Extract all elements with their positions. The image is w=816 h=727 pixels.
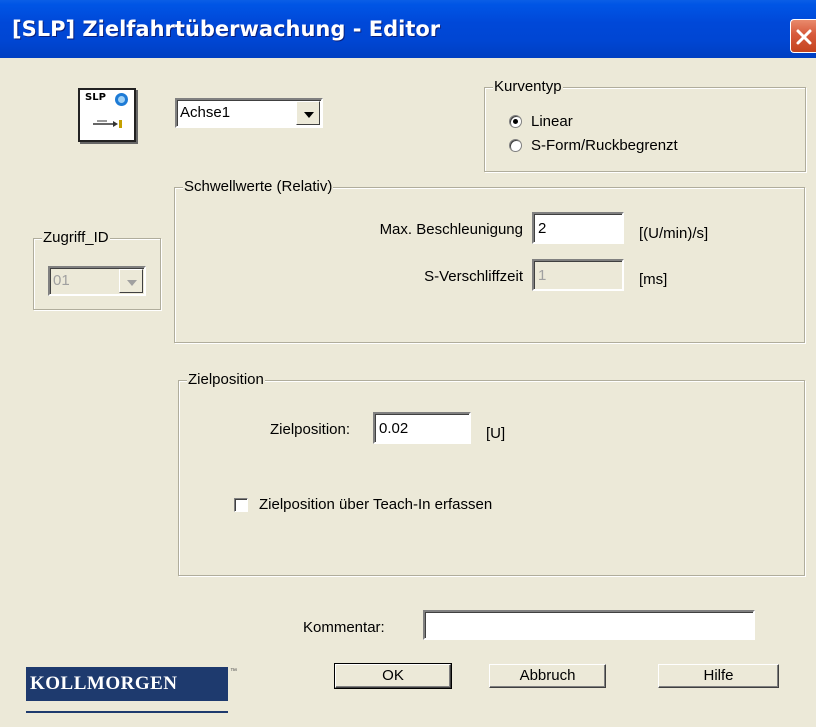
zielposition-input[interactable] (373, 412, 471, 444)
window-title: [SLP] Zielfahrtüberwachung - Editor (12, 17, 441, 41)
teach-in-checkbox[interactable]: Zielposition über Teach-In erfassen (234, 496, 492, 513)
title-bar: [SLP] Zielfahrtüberwachung - Editor (0, 0, 816, 58)
ok-button[interactable]: OK (334, 663, 452, 689)
trademark-mark: ™ (230, 668, 237, 675)
s-time-unit: [ms] (639, 271, 668, 288)
chevron-down-icon (304, 112, 314, 118)
zugriff-legend: Zugriff_ID (42, 229, 110, 246)
zielposition-label: Zielposition: (270, 421, 351, 438)
s-time-label: S-Verschliffzeit (424, 268, 523, 285)
zugriff-select-value: 01 (53, 272, 70, 289)
schwellwerte-legend: Schwellwerte (Relativ) (183, 178, 334, 195)
zielposition-legend: Zielposition (187, 371, 265, 388)
radio-s-form[interactable]: S-Form/Ruckbegrenzt (509, 137, 678, 154)
schwellwerte-group: Schwellwerte (Relativ) (174, 178, 805, 343)
radio-linear-button[interactable] (509, 115, 522, 128)
kurventyp-legend: Kurventyp (493, 78, 563, 95)
teach-in-label: Zielposition über Teach-In erfassen (259, 496, 493, 513)
zielposition-group: Zielposition (178, 371, 805, 576)
radio-linear[interactable]: Linear (509, 113, 573, 130)
kommentar-label: Kommentar: (303, 619, 385, 636)
help-button[interactable]: Hilfe (658, 664, 779, 688)
zugriff-select[interactable]: 01 (48, 266, 146, 296)
radio-linear-label: Linear (531, 113, 573, 130)
s-time-input[interactable] (532, 259, 624, 291)
cancel-button[interactable]: Abbruch (489, 664, 606, 688)
radio-s-form-button[interactable] (509, 139, 522, 152)
axis-select-value: Achse1 (180, 104, 231, 121)
close-icon (796, 29, 812, 45)
teach-in-checkbox-box[interactable] (234, 497, 248, 512)
logo-underline (26, 711, 228, 713)
chevron-down-icon (127, 280, 137, 286)
close-button[interactable] (790, 19, 816, 53)
kommentar-input[interactable] (423, 610, 755, 640)
zugriff-dropdown-button[interactable] (119, 269, 143, 293)
radio-s-form-label: S-Form/Ruckbegrenzt (531, 137, 678, 154)
kollmorgen-logo: KOLLMORGEN (26, 667, 228, 701)
slp-block-icon: SLP (78, 88, 136, 142)
axis-select[interactable]: Achse1 (175, 98, 323, 128)
max-accel-label: Max. Beschleunigung (379, 221, 523, 238)
max-accel-unit: [(U/min)/s] (639, 225, 709, 242)
zielposition-unit: [U] (486, 425, 506, 442)
axis-dropdown-button[interactable] (296, 101, 320, 125)
max-accel-input[interactable] (532, 212, 624, 244)
slp-indicator (115, 93, 128, 106)
axis-arrow-icon (93, 120, 122, 128)
slp-label: SLP (85, 92, 106, 103)
